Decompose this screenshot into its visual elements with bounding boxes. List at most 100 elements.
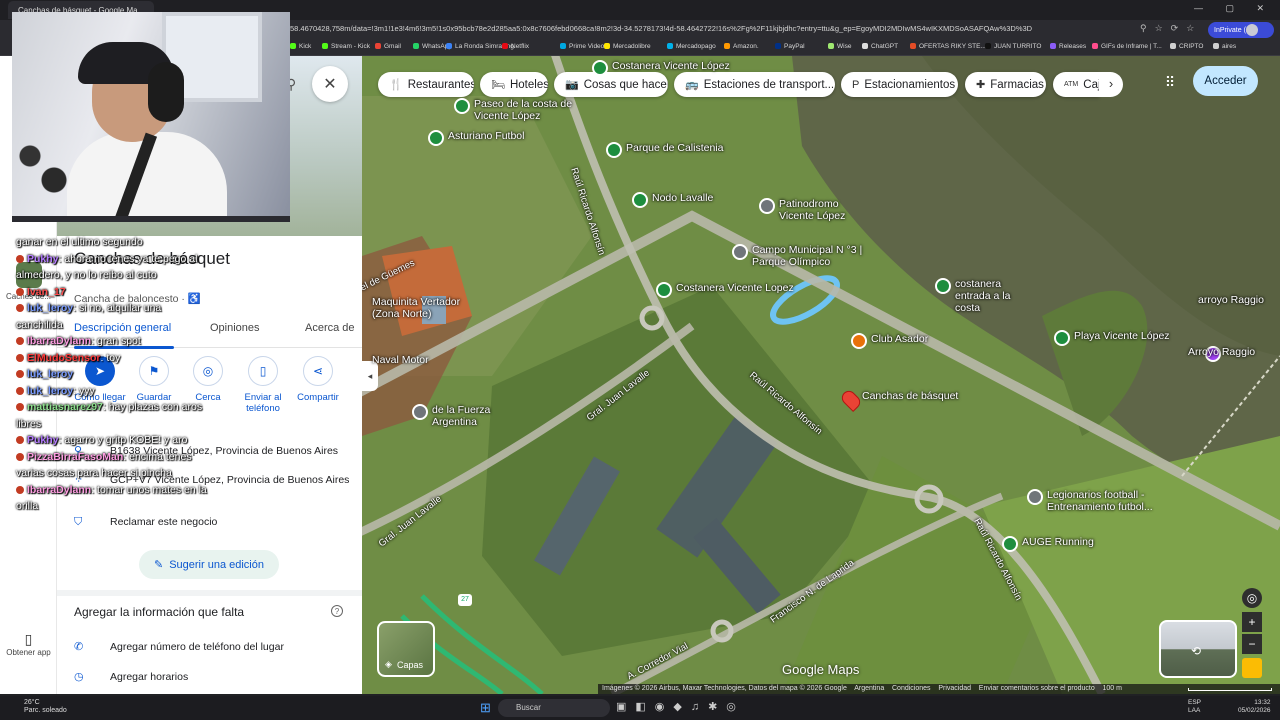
chip-parking[interactable]: P Estacionamientos [841,72,958,97]
poi-pin-icon[interactable] [656,282,672,298]
avatar[interactable] [1246,24,1258,36]
poi-label[interactable]: Patinodromo Vicente López [779,198,869,222]
add-hours-row[interactable]: ◷ Agregar horarios [74,670,188,683]
help-icon[interactable]: ? [331,605,343,617]
poi-label[interactable]: costanera entrada a la costa [955,278,1015,314]
bookmark-label: Wise [837,43,852,50]
poi-label[interactable]: Costanera Vicente López [612,60,730,72]
bookmark-item[interactable]: Gmail [375,43,401,50]
bookmark-item[interactable]: CRIPTO [1170,43,1203,50]
chat-message: PizzaBirraFasoMan: encima tenes [16,451,192,464]
address-bar-icons[interactable]: ⚲☆⟳☆ [1140,23,1202,34]
url-field[interactable]: 58.4670428,758m/data=!3m1!1e3!4m6!3m5!1s… [290,24,1138,37]
close-button[interactable]: ✕ [312,66,348,102]
suggest-edit-button[interactable]: ✎ Sugerir una edición [139,550,279,579]
poi-pin-icon[interactable] [412,404,428,420]
poi-pin-icon[interactable] [1002,536,1018,552]
window-controls[interactable]: — ▢ ✕ [1194,3,1274,14]
poi-label[interactable]: Maquinita Vertador (Zona Norte) [372,296,482,320]
taskbar-search[interactable]: Buscar [498,699,610,717]
taskbar: 26°C Parc. soleado ⊞ Buscar ▣◧◉◆♫✱◎ ESP LA… [0,696,1280,720]
bookmark-item[interactable]: GIFs de Inframe | T... [1092,43,1162,50]
bookmark-item[interactable]: Kick [290,43,311,50]
poi-label[interactable]: AUGE Running [1022,536,1094,548]
bookmark-item[interactable]: aires [1213,43,1236,50]
feedback-link[interactable]: Enviar comentarios sobre el producto [979,685,1095,692]
poi-label[interactable]: arroyo Raggio [1198,294,1264,306]
bookmark-item[interactable]: ChatGPT [862,43,898,50]
bookmark-item[interactable]: Stream - Kick [322,43,370,50]
chip-bus[interactable]: 🚌 Estaciones de transport... [674,72,835,97]
poi-label[interactable]: de la Fuerza Argentina [432,404,522,428]
poi-pin-icon[interactable] [454,98,470,114]
bookmark-item[interactable]: Amazon. [724,43,759,50]
taskbar-apps[interactable]: ▣◧◉◆♫✱◎ [616,700,745,713]
poi-pin-icon[interactable] [428,130,444,146]
chip-fork-knife[interactable]: 🍴 Restaurantes [378,72,474,97]
bookmark-item[interactable]: Wise [828,43,851,50]
poi-label[interactable]: Costanera Vicente Lopez [676,282,794,294]
bookmark-item[interactable]: Mercadopago [667,43,716,50]
tab-overview[interactable]: Descripción general [74,322,171,334]
poi-pin-icon[interactable] [1054,330,1070,346]
street-view-thumbnail[interactable]: ⟲ [1159,620,1237,678]
system-tray-lang[interactable]: ESP LAA [1188,699,1201,715]
chip-camera[interactable]: 📷 Cosas que hacer [554,72,668,97]
bookmark-item[interactable]: Prime Video [560,43,604,50]
poi-label[interactable]: Playa Vicente López [1074,330,1170,342]
poi-label[interactable]: Naval Motor [372,354,429,366]
tab-about[interactable]: Acerca de [305,322,362,334]
poi-label[interactable]: Club Asador [871,333,928,345]
bookmark-item[interactable]: Mercadolibre [604,43,651,50]
poi-pin-icon[interactable] [935,278,951,294]
nearby-button[interactable]: ◎ Cerca [178,356,238,403]
poi-pin-icon[interactable] [851,333,867,349]
poi-label[interactable]: Canchas de básquet [862,390,958,402]
privacy-link[interactable]: Privacidad [938,685,971,692]
zoom-in-button[interactable]: + [1242,612,1262,632]
chevron-right-icon[interactable]: › [1099,72,1123,97]
my-location-icon[interactable]: ◎ [1242,588,1262,608]
chip-atm[interactable]: ATM Cajer [1053,72,1099,97]
bookmark-label: Netflix [511,43,530,50]
poi-pin-icon[interactable] [1027,489,1043,505]
poi-label[interactable]: Legionarios football - Entrenamiento fut… [1047,489,1187,513]
bookmark-item[interactable]: JUAN TURRITO [985,43,1041,50]
bookmark-item[interactable]: Releases [1050,43,1086,50]
pegman-icon[interactable] [1242,658,1262,678]
apps-grid-icon[interactable]: ⠿ [1162,74,1178,90]
sign-in-button[interactable]: Acceder [1193,66,1258,96]
poi-pin-icon[interactable] [759,198,775,214]
zoom-out-button[interactable]: − [1242,634,1262,654]
save-button[interactable]: ⚑ Guardar [124,356,184,403]
bookmark-item[interactable]: Netflix [502,43,529,50]
poi-pin-icon[interactable] [592,60,608,76]
tab-reviews[interactable]: Opiniones [210,322,260,334]
poi-label[interactable]: Arroyo Raggio [1188,346,1255,358]
layers-button[interactable]: ◈ Capas [377,621,435,677]
poi-label[interactable]: Nodo Lavalle [652,192,713,204]
send-to-phone-button[interactable]: ▯ Enviar al teléfono [233,356,293,414]
windows-start-icon[interactable]: ⊞ [480,700,491,716]
poi-pin-icon[interactable] [732,244,748,260]
poi-label[interactable]: Parque de Calistenia [626,142,723,154]
share-button[interactable]: ⋖ Compartir [288,356,348,403]
get-app-button[interactable]: ▯ Obtener app [0,632,57,658]
map-canvas[interactable]: 🍴 Restaurantes 🛏 Hoteles 📷 Cosas que hacer 🚌 Es… [362,56,1280,694]
poi-label[interactable]: Campo Municipal N °3 | Parque Olímpico [752,244,872,268]
chip-bed[interactable]: 🛏 Hoteles [480,72,548,97]
poi-label[interactable]: Asturiano Futbol [448,130,524,142]
bookmark-item[interactable]: OFERTAS RIKY STE... [910,43,986,50]
weather-widget[interactable]: 26°C Parc. soleado [24,699,67,715]
chip-pharmacy[interactable]: ✚ Farmacias [965,72,1046,97]
country-link[interactable]: Argentina [854,685,884,692]
poi-pin-icon[interactable] [632,192,648,208]
clock[interactable]: 13:32 05/02/2026 [1238,699,1271,715]
add-phone-row[interactable]: ✆ Agregar número de teléfono del lugar [74,640,284,653]
bookmark-item[interactable]: PayPal [775,43,805,50]
claim-row[interactable]: ⛉ Reclamar este negocio [74,516,217,529]
inprivate-button[interactable]: InPrivate (2) [1208,22,1275,38]
poi-pin-icon[interactable] [606,142,622,158]
poi-label[interactable]: Paseo de la costa de Vicente López [474,98,594,122]
terms-link[interactable]: Condiciones [892,685,931,692]
